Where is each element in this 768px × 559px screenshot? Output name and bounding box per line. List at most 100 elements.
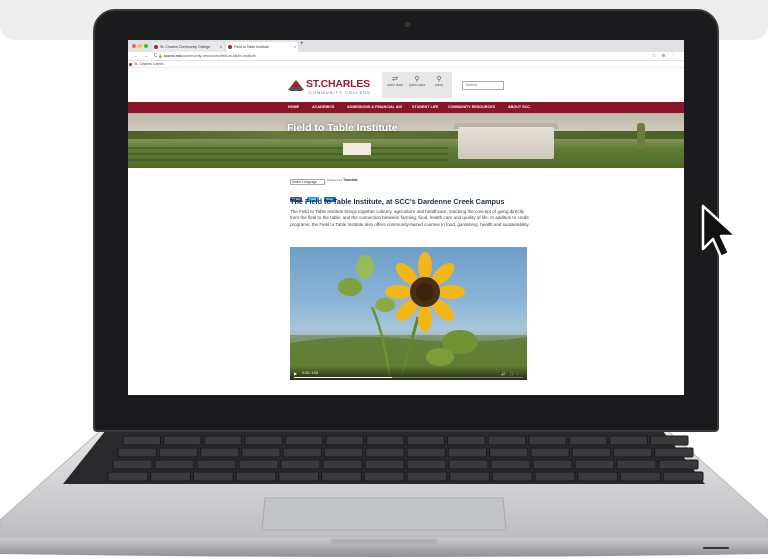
link-icon: ⚲	[414, 76, 420, 83]
keyboard-key	[406, 447, 446, 458]
quick-link-label: APPLY NOW	[387, 84, 403, 87]
tree	[637, 123, 645, 149]
video-time: 0:28 / 1:05	[302, 371, 319, 375]
hero-title: Field to Table Institute	[287, 122, 398, 134]
sunflower	[385, 252, 465, 332]
video-progress-bar[interactable]	[294, 377, 523, 378]
video-progress-fill	[294, 377, 393, 378]
favicon-icon	[154, 45, 158, 49]
keyboard-key	[150, 471, 191, 482]
keyboard-key	[406, 471, 448, 482]
close-window-icon[interactable]	[132, 44, 136, 48]
keyboard-key	[112, 459, 153, 470]
quick-link-label: QUICK LINKS	[408, 84, 426, 87]
keyboard-key	[489, 447, 529, 458]
college-logo[interactable]: ST.CHARLES COMMUNITY COLLEGE	[288, 77, 372, 99]
browser-window: St. Charles Community College × Field to…	[128, 40, 684, 395]
keyboard-key	[280, 459, 321, 470]
keyboard-key	[532, 459, 573, 470]
nav-item-academics[interactable]: ACADEMICS	[312, 102, 334, 113]
directions-icon: ⇄	[392, 76, 398, 83]
keyboard-key	[192, 471, 234, 482]
keyboard-key	[122, 435, 162, 446]
video-player[interactable]: ▶ 0:28 / 1:05 🔊⛶⋮	[290, 247, 527, 380]
nav-item-student-life[interactable]: STUDENT LIFE	[412, 102, 438, 113]
keyboard-key	[284, 435, 324, 446]
nav-item-admissions[interactable]: ADMISSIONS & FINANCIAL AID	[347, 102, 402, 113]
keyboard-key	[321, 471, 362, 482]
keyboard-key	[406, 459, 447, 470]
keyboard-key	[196, 459, 237, 470]
url-domain: sccmo.edu	[163, 54, 183, 58]
keyboard-key	[449, 471, 490, 482]
keyboard-key	[612, 447, 653, 458]
keyboard-key	[235, 471, 277, 482]
logo-name: ST.CHARLES	[306, 78, 370, 90]
tab-scc-home[interactable]: St. Charles Community College ×	[152, 42, 224, 52]
tab-label: Field to Table Institute	[234, 45, 269, 49]
quick-link-label: VISITS	[434, 84, 444, 87]
hero-treeline	[128, 131, 684, 139]
quick-links-panel: ⇄ APPLY NOW ⚲ QUICK LINKS ⚲ VISITS	[382, 72, 452, 98]
keyboard-key	[620, 471, 661, 482]
keyboard-key	[491, 471, 533, 482]
search-input[interactable]: Search	[462, 81, 504, 90]
camera-icon	[405, 22, 410, 27]
translate-brand: Translate	[343, 178, 358, 182]
share-buttons: Share Tweet Share	[290, 187, 337, 202]
bookmark-favicon-icon	[129, 63, 132, 66]
keyboard-key	[203, 435, 243, 446]
minimize-window-icon[interactable]	[138, 44, 142, 48]
keyboard-key	[616, 459, 657, 470]
new-tab-button[interactable]: +	[300, 41, 304, 47]
keyboard-key	[322, 459, 363, 470]
video-actions[interactable]: 🔊⛶⋮	[501, 371, 522, 376]
keyboard-key	[238, 459, 279, 470]
barn-building	[458, 127, 554, 159]
device-scene: St. Charles Community College × Field to…	[0, 0, 768, 559]
logo-subtitle: COMMUNITY COLLEGE	[309, 90, 372, 95]
keyboard-key	[154, 459, 195, 470]
close-tab-icon[interactable]: ×	[294, 42, 296, 52]
keyboard-key	[117, 447, 157, 458]
tab-field-to-table[interactable]: Field to Table Institute ×	[226, 42, 298, 52]
play-icon[interactable]: ▶	[294, 371, 297, 376]
powered-by-translate: Powered by Translate	[327, 178, 358, 182]
favicon-icon	[228, 45, 232, 49]
bookmark-item[interactable]: St. Charles Comm...	[134, 62, 166, 66]
nav-item-about[interactable]: ABOUT SCC	[508, 102, 530, 113]
crop-row	[128, 159, 448, 161]
video-controls: ▶ 0:28 / 1:05 🔊⛶⋮	[290, 366, 527, 380]
keyboard-key	[487, 435, 527, 446]
quick-link-apply[interactable]: ⇄ APPLY NOW	[384, 75, 406, 88]
nav-item-home[interactable]: HOME	[288, 102, 299, 113]
language-select[interactable]: Select Language	[290, 179, 325, 185]
keyboard-key	[107, 471, 149, 482]
shed-building	[343, 143, 371, 155]
keyboard-key	[323, 447, 364, 458]
nav-item-community-resources[interactable]: COMMUNITY RESOURCES	[448, 102, 495, 113]
keyboard-key	[490, 459, 531, 470]
keyboard-key	[568, 435, 608, 446]
keyboard-key	[406, 435, 446, 446]
quick-link-links[interactable]: ⚲ QUICK LINKS	[406, 75, 428, 88]
keyboard-key	[365, 435, 405, 446]
close-tab-icon[interactable]: ×	[220, 42, 222, 52]
quick-link-visits[interactable]: ⚲ VISITS	[428, 75, 450, 88]
keyboard-key	[662, 471, 704, 482]
crop-row	[128, 147, 448, 149]
nav-buttons[interactable]: ← → C	[133, 53, 159, 59]
keyboard-key	[571, 447, 611, 458]
keyboard-key	[163, 435, 202, 446]
keyboard-key	[325, 435, 364, 446]
address-bar[interactable]: ← → C 🔒 sccmo.edu/community-resources/fi…	[128, 52, 684, 61]
browser-actions[interactable]: ☆ ⊕ ⋮	[652, 53, 678, 59]
tab-bar: St. Charles Community College × Field to…	[128, 40, 684, 52]
keyboard-key	[447, 447, 488, 458]
keyboard-key	[658, 459, 699, 470]
url-text[interactable]: 🔒 sccmo.edu/community-resources/field-to…	[158, 53, 658, 60]
maximize-window-icon[interactable]	[144, 44, 148, 48]
crop-row	[128, 153, 448, 155]
main-nav: HOME ACADEMICS ADMISSIONS & FINANCIAL AI…	[128, 102, 684, 113]
link-icon: ⚲	[436, 76, 442, 83]
